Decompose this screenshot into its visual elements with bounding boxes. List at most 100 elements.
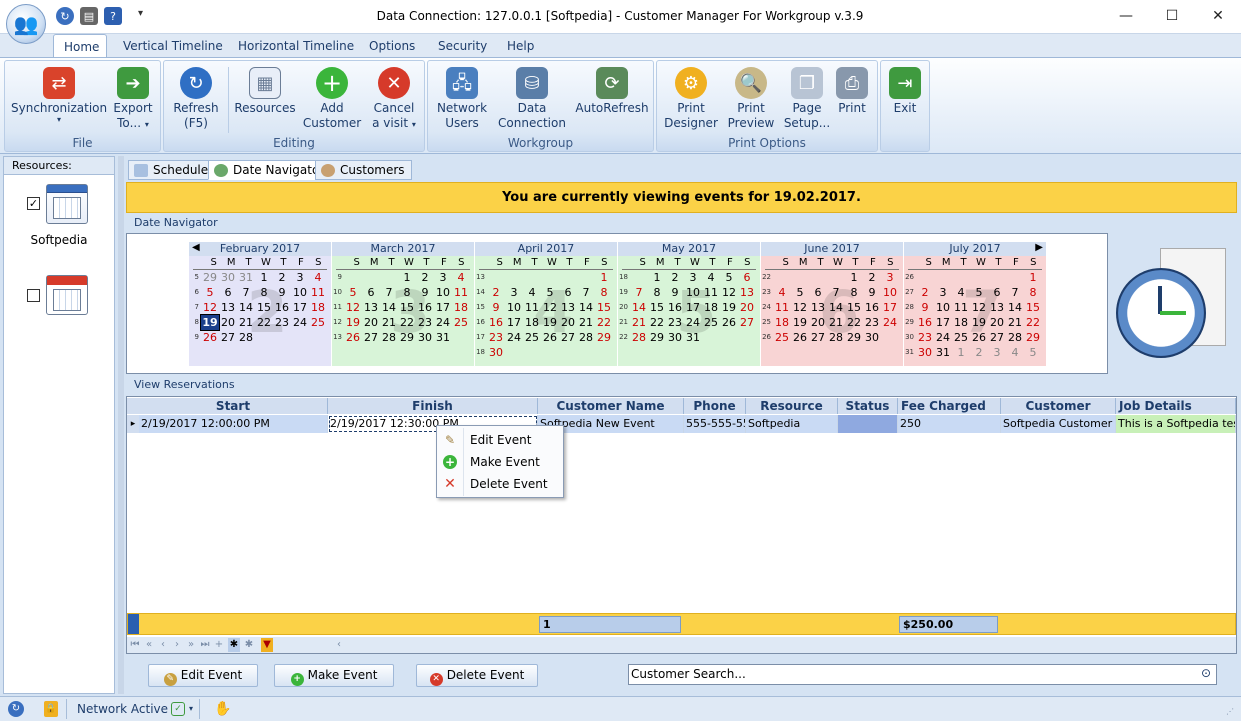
print-button[interactable]: ⎙ Print	[827, 67, 877, 116]
calendar-day[interactable]: 28	[1006, 330, 1024, 345]
calendar-day[interactable]: 24	[505, 330, 523, 345]
calendar-day[interactable]: 20	[362, 315, 380, 330]
resource-checkbox-softpedia[interactable]: ✓	[27, 197, 40, 210]
minimize-button[interactable]: —	[1103, 0, 1149, 32]
calendar-day[interactable]: 27	[219, 330, 237, 345]
calendar-day[interactable]: 23	[916, 330, 934, 345]
calendar-day[interactable]: 3	[434, 270, 452, 285]
calendar-day[interactable]: 6	[362, 285, 380, 300]
col-finish[interactable]: Finish	[328, 398, 538, 414]
tab-scheduler[interactable]: Scheduler	[128, 160, 221, 180]
calendar-day[interactable]: 7	[577, 285, 595, 300]
calendar-day[interactable]: 19	[200, 314, 220, 331]
filter-icon[interactable]: ▼	[261, 638, 273, 652]
calendar-day[interactable]: 31	[934, 345, 952, 360]
col-start[interactable]: Start	[139, 398, 328, 414]
calendar-day[interactable]: 10	[291, 285, 309, 300]
calendar-day[interactable]: 26	[344, 330, 362, 345]
calendar-day[interactable]: 3	[934, 285, 952, 300]
calendar-day[interactable]: 2	[487, 285, 505, 300]
resources-button[interactable]: ▦ Resources	[232, 67, 298, 116]
cell-job-details[interactable]: This is a Softpedia test	[1116, 415, 1236, 433]
tab-vertical-timeline[interactable]: Vertical Timeline	[113, 34, 233, 58]
calendar-day[interactable]: 25	[309, 315, 327, 330]
cell-start[interactable]: 2/19/2017 12:00:00 PM	[139, 415, 328, 433]
calendar-day[interactable]: 25	[452, 315, 470, 330]
hand-icon[interactable]: ✋	[214, 700, 232, 718]
calendar-day[interactable]: 13	[738, 285, 756, 300]
calendar-day[interactable]: 3	[881, 270, 899, 285]
calendar-day[interactable]: 12	[720, 285, 738, 300]
context-delete-event[interactable]: ✕ Delete Event	[437, 473, 563, 495]
calendar-day[interactable]: 17	[291, 300, 309, 315]
calendar-day[interactable]: 17	[881, 300, 899, 315]
prev-month-icon[interactable]: ◀	[192, 242, 200, 253]
calendar-day[interactable]: 3	[505, 285, 523, 300]
maximize-button[interactable]: ☐	[1149, 0, 1195, 32]
cell-resource[interactable]: Softpedia	[746, 415, 838, 433]
calendar-day[interactable]: 28	[630, 330, 648, 345]
cell-fee-charged[interactable]: 250	[898, 415, 1001, 433]
data-connection-button[interactable]: ⛁ Data Connection	[498, 67, 566, 131]
calendar-day[interactable]: 22	[648, 315, 666, 330]
calendar-day[interactable]: 30	[487, 345, 505, 360]
calendar-day[interactable]: 1	[952, 345, 970, 360]
calendar-day[interactable]: 15	[595, 300, 613, 315]
cell-phone[interactable]: 555-555-55	[684, 415, 746, 433]
app-menu-orb[interactable]: 👥	[6, 4, 46, 44]
autorefresh-button[interactable]: ⟳ AutoRefresh	[574, 67, 650, 116]
cancel-visit-button[interactable]: ✕ Cancel a visit ▾	[364, 67, 424, 132]
calendar-day[interactable]: 7	[1006, 285, 1024, 300]
calendar-day[interactable]: 17	[434, 300, 452, 315]
calendar-day[interactable]: 4	[773, 285, 791, 300]
close-button[interactable]: ✕	[1195, 0, 1241, 32]
calendar-day[interactable]: 5	[1024, 345, 1042, 360]
calendar-day[interactable]: 5	[201, 285, 219, 300]
calendar-day[interactable]: 2	[916, 285, 934, 300]
calendar-day[interactable]: 10	[505, 300, 523, 315]
make-event-button[interactable]: + Make Event	[274, 664, 394, 687]
calendar-day[interactable]: 9	[863, 285, 881, 300]
calendar-day[interactable]: 10	[881, 285, 899, 300]
col-status[interactable]: Status	[838, 398, 898, 414]
tab-security[interactable]: Security	[428, 34, 497, 58]
calendar-day[interactable]: 20	[738, 300, 756, 315]
dropdown-arrow-icon[interactable]: ▾	[189, 699, 193, 719]
calendar-day[interactable]: 8	[1024, 285, 1042, 300]
calendar-day[interactable]: 9	[916, 300, 934, 315]
calendar-day[interactable]: 6	[738, 270, 756, 285]
calendar-day[interactable]: 13	[219, 300, 237, 315]
calendar-day[interactable]: 10	[934, 300, 952, 315]
calendar-day[interactable]: 29	[595, 330, 613, 345]
append-record-icon[interactable]: +	[213, 638, 225, 652]
sync-quick-icon[interactable]: ↻	[56, 7, 74, 25]
calendar-day[interactable]: 30	[219, 270, 237, 285]
binoculars-icon[interactable]: ⊙	[1198, 666, 1214, 682]
prev-page-icon[interactable]: «	[143, 638, 155, 652]
sync-status-icon[interactable]: ↻	[8, 701, 24, 717]
add-customer-button[interactable]: + Add Customer	[302, 67, 362, 131]
calendar-day[interactable]: 23	[487, 330, 505, 345]
col-phone[interactable]: Phone	[684, 398, 746, 414]
qat-customize-icon[interactable]: ▾	[138, 8, 143, 19]
edit-event-button[interactable]: ✎ Edit Event	[148, 664, 258, 687]
calendar-day[interactable]: 1	[595, 270, 613, 285]
calendar-day[interactable]: 17	[934, 315, 952, 330]
col-job-details[interactable]: Job Details	[1116, 398, 1236, 414]
calendar-day[interactable]: 19	[791, 315, 809, 330]
tab-options[interactable]: Options	[359, 34, 425, 58]
calendar-day[interactable]: 8	[595, 285, 613, 300]
calendar-day[interactable]: 3	[291, 270, 309, 285]
calendar-day[interactable]: 18	[309, 300, 327, 315]
shield-icon[interactable]: ✓	[171, 702, 185, 716]
refresh-button[interactable]: ↻ Refresh (F5)	[166, 67, 226, 131]
calendar-day[interactable]: 30	[863, 330, 881, 345]
calendar-day[interactable]: 11	[773, 300, 791, 315]
calendar-day[interactable]: 18	[452, 300, 470, 315]
calendar-day[interactable]: 19	[720, 300, 738, 315]
calendar-day[interactable]: 13	[362, 300, 380, 315]
calendar-day[interactable]: 6	[219, 285, 237, 300]
calendar-day[interactable]: 27	[362, 330, 380, 345]
calendar-day[interactable]: 4	[1006, 345, 1024, 360]
calendar-day[interactable]: 2	[863, 270, 881, 285]
